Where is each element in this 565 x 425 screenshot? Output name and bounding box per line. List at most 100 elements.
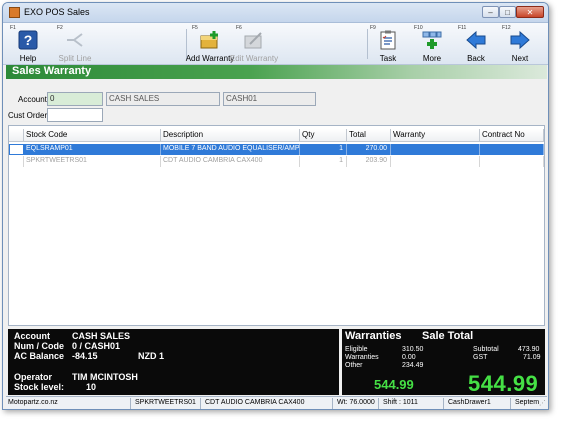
info-stock-value: 10 (86, 382, 97, 392)
gst-value: 71.09 (523, 354, 541, 361)
svg-text:?: ? (24, 32, 33, 48)
row-indicator-header (9, 129, 24, 142)
title-bar[interactable]: EXO POS Sales – □ ✕ (3, 3, 548, 23)
task-fkey: F9 (370, 25, 376, 31)
warranties-header: Warranties (345, 330, 402, 342)
back-arrow-icon (466, 30, 486, 50)
help-fkey: F1 (10, 25, 16, 31)
back-button[interactable]: F11 Back (457, 25, 495, 63)
cell-stock-code: EQLSRAMP01 (24, 144, 161, 155)
info-stock-label: Stock level: (14, 382, 65, 392)
help-button[interactable]: F1 ? Help (9, 25, 47, 63)
info-account-value: CASH SALES (72, 331, 131, 341)
row-indicator (9, 144, 24, 155)
cust-order-label: Cust Order (8, 111, 48, 120)
cell-warranty[interactable] (391, 156, 480, 167)
next-arrow-icon (510, 30, 530, 50)
cell-warranty[interactable] (391, 144, 480, 155)
app-icon (9, 7, 20, 18)
account-ref-field: CASH01 (223, 92, 316, 106)
eligible-label: Eligible (345, 346, 368, 353)
split-line-fkey: F2 (57, 25, 63, 31)
account-code-field[interactable]: 0 (47, 92, 103, 106)
account-info-panel: Account CASH SALES Num / Code 0 / CASH01… (8, 329, 339, 395)
minimize-button[interactable]: – (482, 6, 499, 18)
column-header-stock-code[interactable]: Stock Code (24, 129, 161, 142)
maximize-button[interactable]: □ (499, 6, 516, 18)
status-drawer: CashDrawer1 (446, 398, 511, 409)
gst-label: GST (473, 354, 488, 361)
close-button[interactable]: ✕ (516, 6, 544, 18)
section-header: Sales Warranty (6, 65, 547, 79)
add-warranty-icon (200, 31, 218, 49)
status-description: CDT AUDIO CAMBRIA CAX400 (203, 398, 333, 409)
cell-contract-no[interactable] (480, 144, 544, 155)
sale-total-value: 544.99 (468, 371, 539, 396)
column-header-qty[interactable]: Qty (300, 129, 347, 142)
cell-description: MOBILE 7 BAND AUDIO EQUALISER/AMP (161, 144, 300, 155)
info-account-label: Account (14, 331, 50, 341)
window-title: EXO POS Sales (24, 7, 90, 17)
add-warranty-button[interactable]: F5 Add Warranty (186, 25, 235, 63)
sale-total-header: Sale Total (422, 330, 474, 342)
table-row[interactable]: EQLSRAMP01 MOBILE 7 BAND AUDIO EQUALISER… (9, 144, 544, 155)
more-icon (422, 31, 442, 49)
edit-warranty-icon (244, 32, 262, 49)
status-stock-code: SPKRTWEETRS01 (133, 398, 201, 409)
other-value: 234.49 (402, 362, 424, 369)
other-label: Other (345, 362, 363, 369)
status-site: Motopartz.co.nz (6, 398, 131, 409)
pos-sales-window: EXO POS Sales – □ ✕ F1 ? Help F2 Split L… (2, 2, 549, 410)
info-balance-value: -84.15 (72, 351, 98, 361)
cell-total: 203.90 (347, 156, 391, 167)
subtotal-label: Subtotal (473, 346, 499, 353)
resize-grip-icon[interactable]: ⋰ (539, 399, 546, 408)
info-currency: NZD 1 (138, 351, 165, 361)
subtotal-value: 473.90 (518, 346, 540, 353)
column-header-contract-no[interactable]: Contract No (480, 129, 544, 142)
info-operator-value: TIM MCINTOSH (72, 372, 138, 382)
row-indicator (9, 156, 24, 167)
cell-contract-no[interactable] (480, 156, 544, 167)
table-row[interactable]: SPKRTWEETRS01 CDT AUDIO CAMBRIA CAX400 1… (9, 156, 544, 167)
split-line-label: Split Line (58, 54, 92, 63)
totals-panel: Warranties Sale Total Eligible 310.50 Wa… (342, 329, 545, 396)
cust-order-field[interactable] (47, 108, 103, 122)
next-button[interactable]: F12 Next (501, 25, 539, 63)
toolbar: F1 ? Help F2 Split Line F5 Add Warranty (3, 23, 548, 65)
info-balance-label: AC Balance (14, 351, 65, 361)
split-line-icon (67, 33, 83, 47)
column-header-warranty[interactable]: Warranty (391, 129, 480, 142)
help-icon: ? (18, 30, 38, 50)
cell-stock-code: SPKRTWEETRS01 (24, 156, 161, 167)
status-bar: Motopartz.co.nz SPKRTWEETRS01 CDT AUDIO … (6, 396, 547, 409)
task-icon (380, 30, 396, 50)
cell-total: 270.00 (347, 144, 391, 155)
split-line-button[interactable]: F2 Split Line (56, 25, 94, 63)
status-date: Septem (515, 399, 539, 406)
section-title: Sales Warranty (12, 65, 92, 77)
back-fkey: F11 (458, 25, 467, 31)
status-weight: Wt: 76.0000 (335, 398, 379, 409)
more-button[interactable]: F10 More (413, 25, 451, 63)
edit-warranty-label: Edit Warranty (229, 54, 279, 63)
cell-description: CDT AUDIO CAMBRIA CAX400 (161, 156, 300, 167)
warranty-grid: Stock Code Description Qty Total Warrant… (8, 125, 545, 326)
column-header-total[interactable]: Total (347, 129, 391, 142)
task-button[interactable]: F9 Task (369, 25, 407, 63)
info-num-code-value: 0 / CASH01 (72, 341, 121, 351)
edit-warranty-button[interactable]: F6 Edit Warranty (230, 25, 278, 63)
warranties-value: 0.00 (402, 354, 416, 361)
warranties-label: Warranties (345, 354, 379, 361)
eligible-value: 310.50 (402, 346, 424, 353)
add-warranty-fkey: F5 (192, 25, 198, 31)
status-shift: Shift : 1011 (381, 398, 444, 409)
info-operator-label: Operator (14, 372, 53, 382)
grid-header: Stock Code Description Qty Total Warrant… (9, 129, 544, 142)
column-header-description[interactable]: Description (161, 129, 300, 142)
account-name-field: CASH SALES (106, 92, 220, 106)
warranty-total-value: 544.99 (374, 377, 414, 392)
edit-warranty-fkey: F6 (236, 25, 242, 31)
cell-qty: 1 (300, 144, 347, 155)
info-num-code-label: Num / Code (14, 341, 65, 351)
